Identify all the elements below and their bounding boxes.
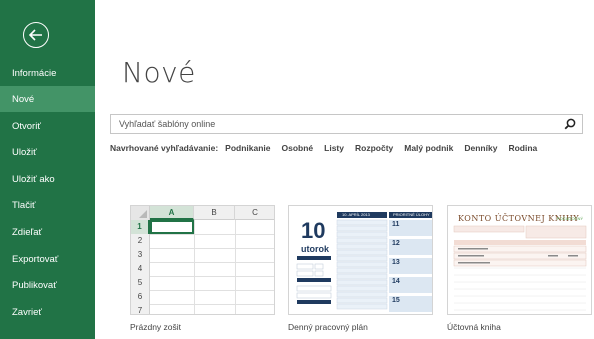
suggested-link-logs[interactable]: Denníky: [464, 143, 497, 153]
sidebar-item-save[interactable]: Uložiť: [0, 139, 95, 165]
sidebar-item-label: Zdieľať: [12, 226, 43, 238]
sidebar-item-new[interactable]: Nové: [0, 86, 95, 112]
sidebar-item-label: Zavrieť: [12, 306, 42, 318]
sidebar-item-export[interactable]: Exportovať: [0, 246, 95, 272]
select-all-corner: [131, 206, 150, 220]
column-header-b: B: [194, 206, 235, 220]
suggested-link-personal[interactable]: Osobné: [282, 143, 314, 153]
grid-line: [150, 276, 274, 277]
main-panel: Nové Navrhované vyhľadávanie: Podnikanie…: [95, 0, 594, 339]
sidebar-item-share[interactable]: Zdieľať: [0, 219, 95, 245]
sidebar-item-label: Nové: [12, 93, 35, 105]
grid-line: [150, 248, 274, 249]
sidebar-item-label: Publikovať: [12, 279, 57, 291]
search-box: [110, 114, 583, 134]
search-icon[interactable]: [564, 118, 576, 130]
sidebar-item-publish[interactable]: Publikovať: [0, 272, 95, 298]
suggested-link-business[interactable]: Podnikanie: [225, 143, 270, 153]
daily-plan-day-number: 10: [301, 218, 326, 243]
row-header-5: 5: [131, 276, 150, 290]
row-header-4: 4: [131, 262, 150, 276]
daily-plan-weekday: utorok: [301, 244, 329, 254]
column-header-a: A: [150, 206, 194, 220]
row-header-2: 2: [131, 234, 150, 248]
app-window: Informácie Nové Otvoriť Uložiť Uložiť ak…: [0, 0, 594, 339]
blank-grid-preview: A B C 1 2 3 4 5 6 7: [131, 206, 274, 314]
daily-plan-header: 10. APRÍL 2013: [342, 212, 370, 217]
sidebar-item-label: Uložiť: [12, 146, 37, 158]
row-header-1: 1: [131, 220, 150, 234]
template-thumbnail: 10 utorok 10. APRÍL 2013 PRIORITNÉ ÚLOHY…: [288, 205, 433, 315]
backstage-sidebar: Informácie Nové Otvoriť Uložiť Uložiť ak…: [0, 0, 95, 339]
grid-line: [150, 290, 274, 291]
suggested-link-budgets[interactable]: Rozpočty: [355, 143, 393, 153]
template-thumbnail: A B C 1 2 3 4 5 6 7: [130, 205, 275, 315]
sidebar-item-label: Exportovať: [12, 253, 59, 265]
column-header-c: C: [235, 206, 274, 220]
suggested-link-small-business[interactable]: Malý podnik: [404, 143, 453, 153]
back-arrow-icon: [29, 29, 42, 41]
daily-plan-side-number: 11: [392, 221, 400, 228]
suggested-searches: Navrhované vyhľadávanie: Podnikanie Osob…: [110, 142, 548, 154]
sidebar-item-print[interactable]: Tlačiť: [0, 192, 95, 218]
daily-plan-side-number: 12: [392, 240, 400, 247]
sidebar-item-save-as[interactable]: Uložiť ako: [0, 166, 95, 192]
daily-plan-side-number: 13: [392, 259, 400, 266]
daily-plan-side-number: 15: [392, 297, 400, 304]
grid-line: [194, 220, 195, 314]
active-cell: [150, 220, 194, 234]
grid-line: [150, 304, 274, 305]
search-input[interactable]: [111, 115, 561, 133]
row-header-7: 7: [131, 304, 150, 314]
template-caption: Denný pracovný plán: [288, 322, 368, 332]
suggested-link-letters[interactable]: Listy: [324, 143, 344, 153]
suggested-searches-label: Navrhované vyhľadávanie:: [110, 143, 219, 153]
page-title: Nové: [122, 56, 196, 89]
template-caption: Prázdny zošit: [130, 322, 182, 332]
row-header-3: 3: [131, 248, 150, 262]
sidebar-item-label: Tlačiť: [12, 199, 36, 211]
back-button[interactable]: [23, 22, 49, 48]
grid-line: [150, 262, 274, 263]
daily-plan-side-number: 14: [392, 278, 400, 285]
template-thumbnail: KONTO ÚČTOVNEJ KNIHY POČIATOČNÝ: [447, 205, 592, 315]
sidebar-item-label: Informácie: [12, 67, 57, 79]
grid-line: [235, 220, 236, 314]
grid-line: [150, 234, 274, 235]
sidebar-item-label: Otvoriť: [12, 120, 41, 132]
daily-plan-side-header: PRIORITNÉ ÚLOHY: [393, 212, 430, 217]
corner-triangle: [139, 210, 147, 218]
sidebar-item-close[interactable]: Zavrieť: [0, 299, 95, 325]
sidebar-item-info[interactable]: Informácie: [0, 60, 95, 86]
sidebar-item-label: Uložiť ako: [12, 173, 55, 185]
ledger-preview: [453, 225, 587, 311]
suggested-link-family[interactable]: Rodina: [508, 143, 537, 153]
row-header-6: 6: [131, 290, 150, 304]
sidebar-item-open[interactable]: Otvoriť: [0, 113, 95, 139]
template-caption: Účtovná kniha: [447, 322, 501, 332]
